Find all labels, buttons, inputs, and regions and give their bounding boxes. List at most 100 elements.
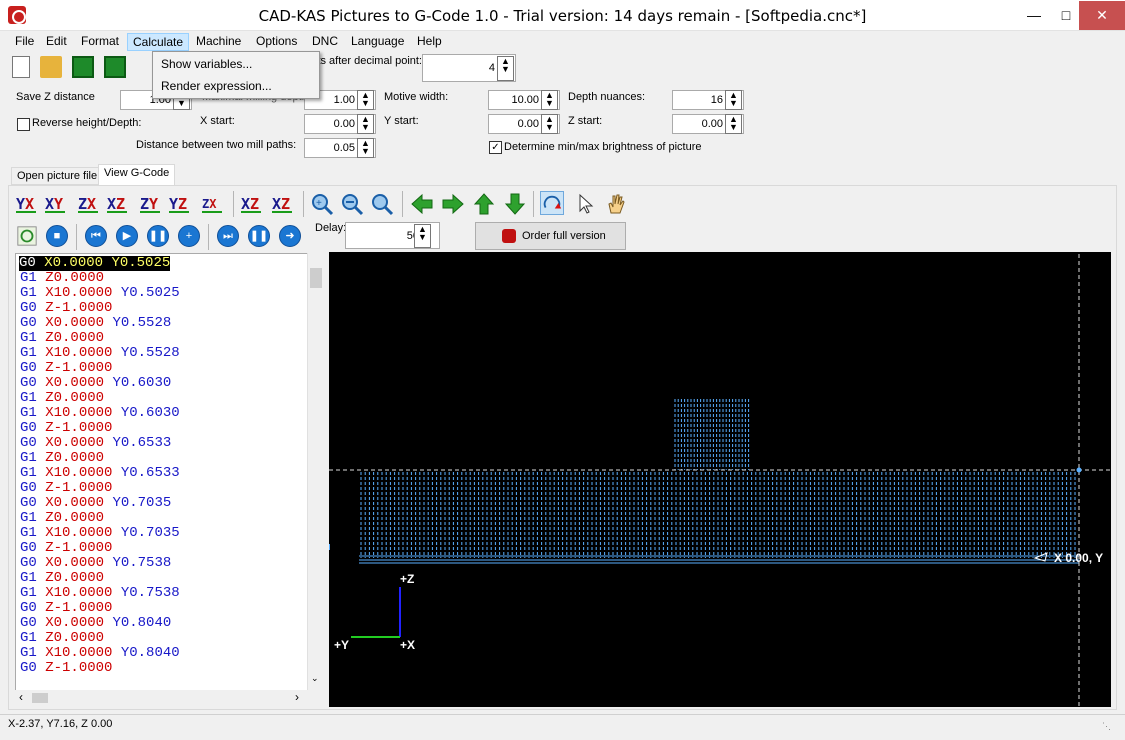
delay-spinner[interactable]: ▲ ▼ (414, 224, 431, 248)
menu-help[interactable]: Help (412, 33, 447, 51)
reverse-checkbox[interactable] (17, 118, 30, 131)
gcode-line[interactable]: G0 X0.0000 Y0.5528 (20, 316, 171, 331)
z-start-spinner[interactable]: ▲ ▼ (725, 114, 742, 134)
resize-grip-icon[interactable]: ⋱ (1102, 721, 1114, 733)
tab-view-gcode[interactable]: View G-Code (98, 164, 176, 186)
refresh-icon[interactable] (16, 225, 38, 247)
pointer-icon[interactable] (574, 192, 598, 216)
view-zy-button[interactable]: ZY (140, 191, 166, 217)
scroll-down-icon[interactable]: ⌄ (311, 673, 319, 684)
menu-item-show-variables[interactable]: Show variables... (161, 57, 252, 71)
gcode-line[interactable]: G0 Z-1.0000 (20, 361, 112, 376)
hand-pan-icon[interactable] (604, 192, 628, 216)
gcode-line[interactable]: G1 X10.0000 Y0.6533 (20, 466, 180, 481)
gcode-line[interactable]: G0 X0.0000 Y0.6533 (20, 436, 171, 451)
close-button[interactable]: ✕ (1079, 1, 1125, 30)
gcode-line[interactable]: G1 X10.0000 Y0.5528 (20, 346, 180, 361)
gcode-line[interactable]: G1 Z0.0000 (20, 391, 104, 406)
maximize-button[interactable]: □ (1050, 1, 1082, 30)
save-icon[interactable] (72, 56, 94, 78)
gcode-line[interactable]: G0 Z-1.0000 (20, 301, 112, 316)
distance-spinner[interactable]: ▲ ▼ (357, 138, 374, 158)
menu-item-render-expression[interactable]: Render expression... (161, 79, 272, 93)
stop-button[interactable]: ■ (46, 225, 68, 247)
arrow-down-icon[interactable] (503, 192, 527, 216)
gcode-line[interactable]: G1 X10.0000 Y0.8040 (20, 646, 180, 661)
digits-spinner[interactable]: ▲ ▼ (497, 56, 514, 81)
gcode-line[interactable]: G1 X10.0000 Y0.5025 (20, 286, 180, 301)
gcode-line[interactable]: G1 X10.0000 Y0.7035 (20, 526, 180, 541)
rewind-button[interactable]: ⏮ (85, 225, 107, 247)
arrow-up-icon[interactable] (472, 192, 496, 216)
view-xz-back-button[interactable]: XZ (272, 191, 298, 217)
gcode-vertical-scrollbar[interactable]: ⌄ (307, 253, 323, 690)
menu-file[interactable]: File (10, 33, 39, 51)
zoom-in-icon[interactable]: + (310, 192, 334, 216)
y-start-spinner[interactable]: ▲ ▼ (541, 114, 558, 134)
forward-button[interactable]: ➜ (279, 225, 301, 247)
menu-calculate[interactable]: Calculate (127, 33, 190, 51)
gcode-line[interactable]: G1 Z0.0000 (20, 631, 104, 646)
gcode-line[interactable]: G1 Z0.0000 (20, 511, 104, 526)
pause-button[interactable]: ❚❚ (147, 225, 169, 247)
gcode-line[interactable]: G1 Z0.0000 (20, 331, 104, 346)
toolbar-separator (533, 191, 534, 217)
order-full-version-button[interactable]: Order full version (475, 222, 626, 250)
view-xz-front-button[interactable]: XZ (241, 191, 267, 217)
scroll-left-icon[interactable]: ‹ (19, 690, 23, 704)
hscroll-thumb[interactable] (32, 693, 48, 703)
gcode-line[interactable]: G1 X10.0000 Y0.7538 (20, 586, 180, 601)
gcode-line[interactable]: G0 X0.0000 Y0.8040 (20, 616, 171, 631)
depth-nuances-spinner[interactable]: ▲ ▼ (725, 90, 742, 110)
gcode-line[interactable]: G0 Z-1.0000 (20, 481, 112, 496)
zoom-fit-icon[interactable] (370, 192, 394, 216)
step-add-button[interactable]: + (178, 225, 200, 247)
menu-language[interactable]: Language (346, 33, 409, 51)
view-xy-button[interactable]: XY (45, 191, 71, 217)
menu-dnc[interactable]: DNC (307, 33, 343, 51)
arrow-left-icon[interactable] (410, 192, 434, 216)
view-zx-button[interactable]: ZX (78, 191, 104, 217)
gcode-line[interactable]: G1 X10.0000 Y0.6030 (20, 406, 180, 421)
arrow-right-icon[interactable] (441, 192, 465, 216)
view-xz-button[interactable]: XZ (107, 191, 133, 217)
rotate-icon[interactable] (540, 191, 564, 215)
gcode-line[interactable]: G0 X0.0000 Y0.5025 (19, 256, 171, 271)
gcode-line[interactable]: G1 Z0.0000 (20, 571, 104, 586)
minimize-button[interactable]: — (1018, 1, 1050, 30)
zoom-out-icon[interactable] (340, 192, 364, 216)
gcode-line[interactable]: G0 X0.0000 Y0.6030 (20, 376, 171, 391)
open-folder-icon[interactable] (40, 56, 62, 78)
x-start-spinner[interactable]: ▲ ▼ (357, 114, 374, 134)
gcode-line[interactable]: G0 X0.0000 Y0.7035 (20, 496, 171, 511)
gcode-line[interactable]: G0 Z-1.0000 (20, 421, 112, 436)
step-pause-button[interactable]: ❚❚ (248, 225, 270, 247)
menu-machine[interactable]: Machine (191, 33, 246, 51)
view-zxy-button[interactable]: ZX (202, 191, 228, 217)
menu-edit[interactable]: Edit (41, 33, 72, 51)
toolpath-viewport[interactable]: +Z +Y +X X 0.00, Y (329, 252, 1111, 707)
gcode-line[interactable]: G0 Z-1.0000 (20, 661, 112, 676)
motive-width-spinner[interactable]: ▲ ▼ (541, 90, 558, 110)
gcode-line[interactable]: G0 Z-1.0000 (20, 541, 112, 556)
view-yx-button[interactable]: YX (16, 191, 42, 217)
gcode-line[interactable]: G1 Z0.0000 (20, 271, 104, 286)
menu-options[interactable]: Options (251, 33, 302, 51)
gcode-horizontal-scrollbar[interactable]: ‹ › (15, 690, 323, 706)
brightness-checkbox[interactable]: ✓ (489, 141, 502, 154)
gcode-listing[interactable]: G0 X0.0000 Y0.5025 G1 Z0.0000 G1 X10.0000 … (15, 253, 323, 691)
max-depth-spinner[interactable]: ▲ ▼ (357, 90, 374, 110)
menu-format[interactable]: Format (76, 33, 124, 51)
scroll-thumb[interactable] (310, 268, 322, 288)
tab-open-picture[interactable]: Open picture file (11, 167, 104, 185)
scroll-right-icon[interactable]: › (295, 690, 299, 704)
gcode-line[interactable]: G0 Z-1.0000 (20, 601, 112, 616)
gcode-line[interactable]: G0 X0.0000 Y0.7538 (20, 556, 171, 571)
new-file-icon[interactable] (12, 56, 30, 78)
skip-end-button[interactable]: ⏭ (217, 225, 239, 247)
reverse-label: Reverse height/Depth: (32, 117, 142, 129)
play-button[interactable]: ▶ (116, 225, 138, 247)
gcode-line[interactable]: G1 Z0.0000 (20, 451, 104, 466)
view-yz-button[interactable]: YZ (169, 191, 195, 217)
save-as-icon[interactable] (104, 56, 126, 78)
